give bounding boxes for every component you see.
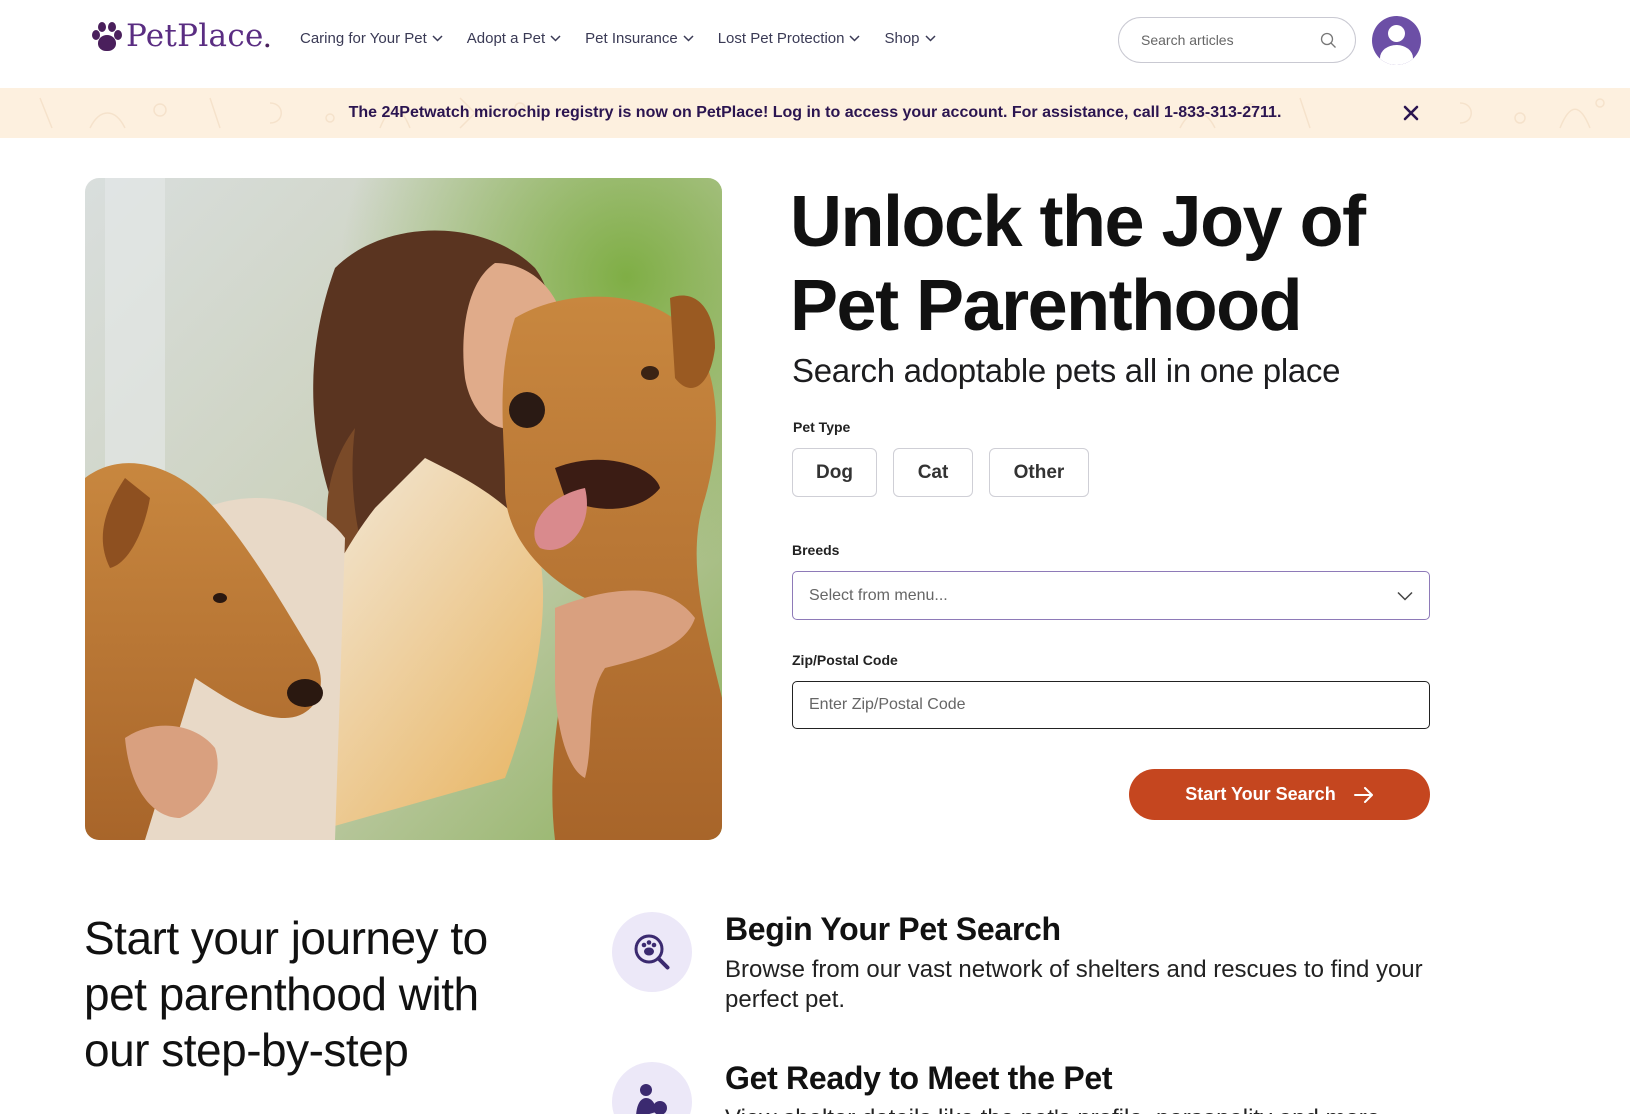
search-icon[interactable] — [1320, 32, 1337, 49]
pet-type-label: Pet Type — [793, 419, 851, 435]
start-search-button[interactable]: Start Your Search — [1129, 769, 1430, 820]
pet-type-cat-button[interactable]: Cat — [893, 448, 973, 497]
breeds-label: Breeds — [792, 542, 840, 558]
arrow-right-icon — [1353, 786, 1373, 803]
article-search — [1118, 17, 1356, 63]
pet-type-dog-button[interactable]: Dog — [792, 448, 877, 497]
start-search-label: Start Your Search — [1185, 784, 1336, 804]
step-2-title: Get Ready to Meet the Pet — [725, 1060, 1113, 1096]
nav-label: Adopt a Pet — [466, 30, 546, 47]
registered-mark: ● — [264, 40, 271, 50]
close-icon[interactable] — [1400, 102, 1422, 124]
step-1-description: Browse from our vast network of shelters… — [725, 956, 1423, 1013]
step-1-title: Begin Your Pet Search — [725, 911, 1061, 947]
nav-pet-insurance[interactable]: Pet Insurance — [585, 30, 694, 47]
breeds-placeholder: Select from menu... — [809, 586, 948, 604]
announcement-banner: The 24Petwatch microchip registry is now… — [0, 88, 1630, 138]
chevron-down-icon — [924, 35, 936, 42]
nav-lost-pet-protection[interactable]: Lost Pet Protection — [718, 30, 861, 47]
banner-message: The 24Petwatch microchip registry is now… — [348, 104, 1282, 121]
nav-label: Pet Insurance — [585, 30, 678, 47]
pet-type-other-button[interactable]: Other — [989, 448, 1089, 497]
logo-wordmark: PetPlace — [126, 18, 264, 54]
paw-logo-icon — [90, 19, 124, 53]
site-header: PetPlace ● Caring for Your Pet Adopt a P… — [0, 0, 1630, 88]
nav-adopt-a-pet[interactable]: Adopt a Pet — [467, 30, 561, 47]
hero-photo-woman-with-dogs — [85, 178, 722, 840]
step-2-description: View shelter details like the pet's prof… — [725, 1104, 1425, 1114]
journey-heading: Start your journey to pet parenthood wit… — [84, 912, 488, 1076]
hero-title: Unlock the Joy of Pet Parenthood — [790, 182, 1366, 346]
nav-label: Caring for Your Pet — [300, 30, 427, 47]
zip-input[interactable] — [792, 681, 1430, 729]
zip-label: Zip/Postal Code — [792, 652, 898, 668]
nav-shop[interactable]: Shop — [884, 30, 936, 47]
search-input[interactable] — [1141, 32, 1311, 48]
main-nav: Caring for Your Pet Adopt a Pet Pet Insu… — [300, 30, 960, 47]
chevron-down-icon — [1397, 591, 1413, 601]
chevron-down-icon — [683, 35, 694, 42]
user-avatar-icon[interactable] — [1372, 16, 1421, 65]
nav-label: Lost Pet Protection — [717, 30, 845, 47]
breeds-select[interactable]: Select from menu... — [792, 571, 1430, 620]
chevron-down-icon — [550, 35, 561, 42]
petplace-logo[interactable]: PetPlace ● — [90, 16, 270, 56]
chevron-down-icon — [432, 35, 443, 42]
paw-search-icon — [612, 912, 692, 992]
chevron-down-icon — [849, 35, 860, 42]
nav-label: Shop — [884, 30, 920, 47]
meet-pet-icon — [612, 1062, 692, 1114]
hero-subtitle: Search adoptable pets all in one place — [792, 352, 1341, 389]
nav-caring-for-your-pet[interactable]: Caring for Your Pet — [300, 30, 443, 47]
